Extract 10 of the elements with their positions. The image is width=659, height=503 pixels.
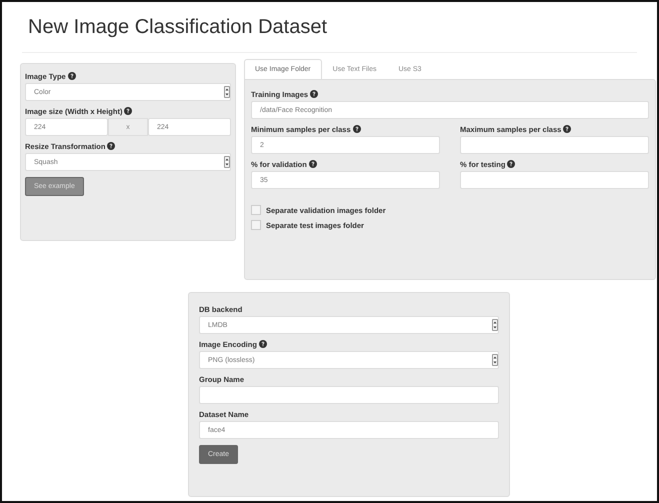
- dropdown-arrows-icon: [224, 86, 230, 98]
- dropdown-arrows-icon: [224, 156, 230, 168]
- input-field[interactable]: [460, 136, 649, 154]
- checkbox[interactable]: [251, 220, 261, 230]
- checkbox[interactable]: [251, 205, 261, 215]
- dropdown-arrows-icon: [492, 319, 498, 331]
- input-field[interactable]: [460, 171, 649, 189]
- dropdown-arrows-icon: [492, 354, 498, 366]
- input-field[interactable]: [199, 386, 499, 404]
- page-title: New Image Classification Dataset: [28, 16, 328, 40]
